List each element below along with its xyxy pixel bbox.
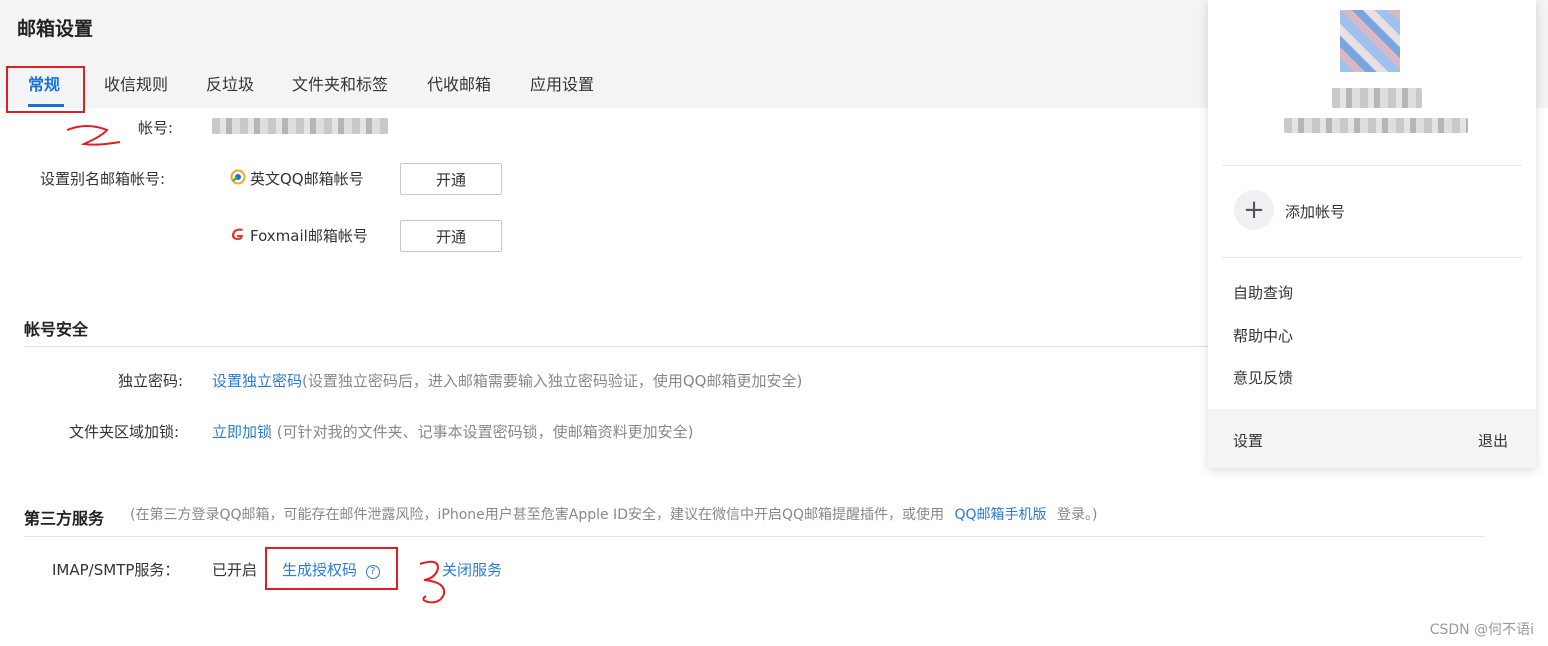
tab-anti-spam[interactable]: 反垃圾 bbox=[206, 71, 254, 95]
independent-password-row: 设置独立密码(设置独立密码后，进入邮箱需要输入独立密码验证，使用QQ邮箱更加安全… bbox=[212, 370, 802, 391]
page-title: 邮箱设置 bbox=[17, 18, 94, 40]
self-service-query-item[interactable]: 自助查询 bbox=[1233, 282, 1293, 303]
third-party-note-end: 登录。) bbox=[1056, 507, 1098, 523]
annotation-box-generate-code bbox=[265, 547, 398, 590]
lock-now-link[interactable]: 立即加锁 bbox=[212, 423, 272, 441]
third-party-note-text: (在第三方登录QQ邮箱，可能存在邮件泄露风险，iPhone用户甚至危害Apple… bbox=[130, 507, 945, 523]
imap-status: 已开启 bbox=[212, 561, 258, 579]
annotation-box-general-tab bbox=[6, 66, 85, 113]
folder-lock-row: 立即加锁 (可针对我的文件夹、记事本设置密码锁，使邮箱资料更加安全) bbox=[212, 421, 694, 442]
annotation-number-3 bbox=[419, 560, 446, 604]
help-center-item[interactable]: 帮助中心 bbox=[1233, 325, 1293, 346]
plus-icon[interactable]: + bbox=[1234, 190, 1274, 230]
folder-lock-desc: (可针对我的文件夹、记事本设置密码锁，使邮箱资料更加安全) bbox=[272, 423, 694, 441]
account-dropdown-panel: + 添加帐号 自助查询 帮助中心 意见反馈 设置 退出 bbox=[1208, 0, 1536, 468]
annotation-number-2 bbox=[66, 125, 121, 146]
security-section-title: 帐号安全 bbox=[24, 320, 89, 339]
imap-smtp-label: IMAP/SMTP服务： bbox=[52, 561, 180, 579]
alias-label: 设置别名邮箱帐号: bbox=[40, 170, 166, 188]
avatar[interactable] bbox=[1340, 10, 1400, 72]
tab-app-settings[interactable]: 应用设置 bbox=[530, 71, 594, 95]
independent-password-label: 独立密码: bbox=[118, 372, 184, 390]
security-divider bbox=[24, 346, 1208, 347]
tab-mail-collection[interactable]: 代收邮箱 bbox=[427, 71, 491, 95]
folder-lock-label: 文件夹区域加锁: bbox=[69, 423, 180, 441]
third-party-note: (在第三方登录QQ邮箱，可能存在邮件泄露风险，iPhone用户甚至危害Apple… bbox=[130, 504, 1097, 524]
add-account-item[interactable]: 添加帐号 bbox=[1285, 201, 1345, 222]
account-value-redacted bbox=[212, 118, 388, 134]
foxmail-icon bbox=[231, 228, 243, 240]
mobile-mail-link[interactable]: QQ邮箱手机版 bbox=[954, 507, 1046, 523]
panel-divider-middle bbox=[1222, 257, 1522, 258]
enable-qq-alias-button[interactable]: 开通 bbox=[400, 163, 502, 195]
watermark: CSDN @何不语i bbox=[1429, 622, 1534, 638]
nickname-redacted bbox=[1332, 88, 1422, 108]
alias-qq-label: 英文QQ邮箱帐号 bbox=[250, 170, 364, 188]
panel-divider-top bbox=[1222, 165, 1522, 166]
independent-password-desc: (设置独立密码后，进入邮箱需要输入独立密码验证，使用QQ邮箱更加安全) bbox=[302, 372, 803, 390]
feedback-item[interactable]: 意见反馈 bbox=[1233, 367, 1293, 388]
tab-folders-labels[interactable]: 文件夹和标签 bbox=[292, 71, 388, 95]
enable-foxmail-alias-button[interactable]: 开通 bbox=[400, 220, 502, 252]
third-party-section-title: 第三方服务 bbox=[24, 509, 105, 528]
email-redacted bbox=[1284, 118, 1468, 133]
set-independent-password-link[interactable]: 设置独立密码 bbox=[212, 372, 302, 390]
third-party-divider bbox=[24, 536, 1484, 537]
panel-footer: 设置 退出 bbox=[1208, 409, 1536, 468]
settings-item[interactable]: 设置 bbox=[1233, 430, 1263, 451]
alias-foxmail-label: Foxmail邮箱帐号 bbox=[250, 227, 368, 245]
logout-item[interactable]: 退出 bbox=[1478, 430, 1508, 451]
tab-receive-rules[interactable]: 收信规则 bbox=[104, 71, 168, 95]
account-label: 帐号: bbox=[138, 119, 174, 137]
qq-mail-icon bbox=[230, 169, 246, 185]
